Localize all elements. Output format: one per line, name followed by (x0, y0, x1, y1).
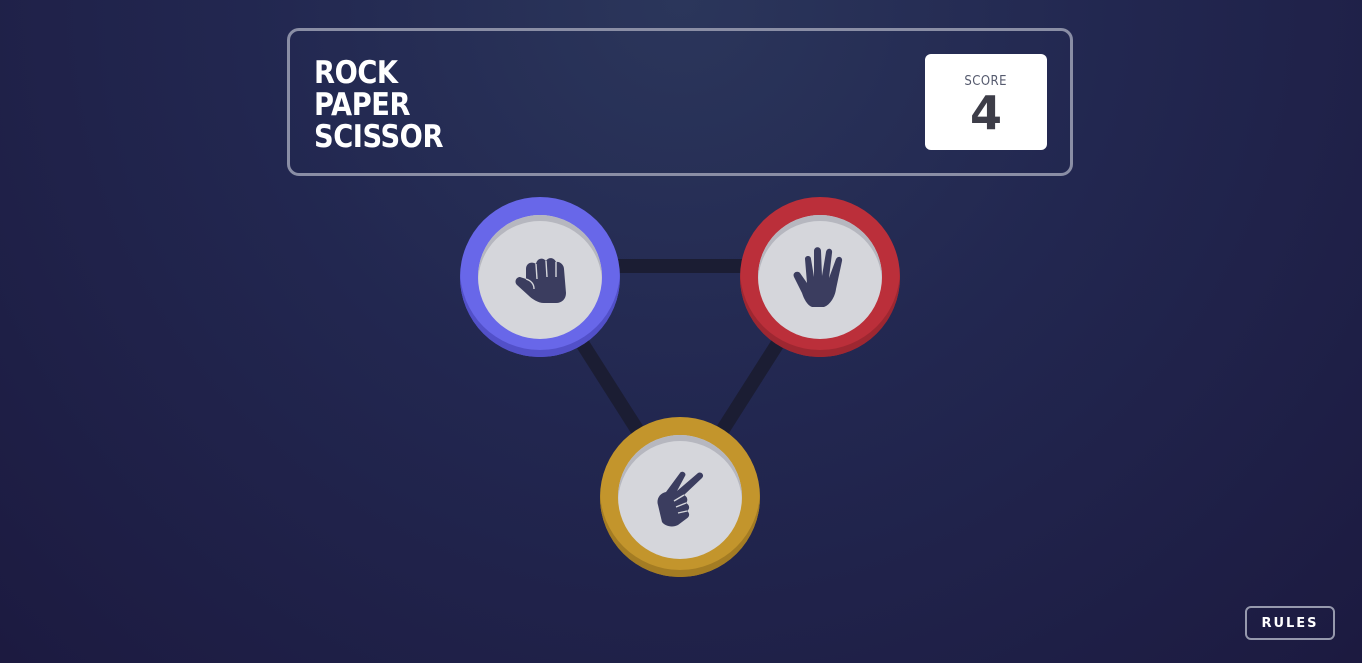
score-label: SCORE (964, 74, 1008, 89)
title-line-rock: ROCK (314, 55, 398, 91)
fist-icon (515, 258, 566, 303)
paper-choice-face (758, 215, 882, 339)
open-hand-icon (793, 247, 843, 307)
scoreboard-header: ROCK PAPER SCISSOR SCORE 4 (287, 28, 1073, 176)
paper-choice-button[interactable] (740, 197, 900, 357)
title-line-scissor: SCISSOR (314, 119, 444, 155)
scissors-choice-button[interactable] (600, 417, 760, 577)
score-box: SCORE 4 (925, 54, 1047, 150)
peace-hand-icon (657, 471, 704, 527)
rock-choice-face (478, 215, 602, 339)
score-value: 4 (969, 86, 1002, 140)
rules-button[interactable]: RULES (1245, 606, 1335, 640)
game-title: ROCK PAPER SCISSOR (314, 57, 461, 153)
rock-choice-button[interactable] (460, 197, 620, 357)
scissors-choice-face (618, 435, 742, 559)
title-line-paper: PAPER (314, 87, 411, 123)
